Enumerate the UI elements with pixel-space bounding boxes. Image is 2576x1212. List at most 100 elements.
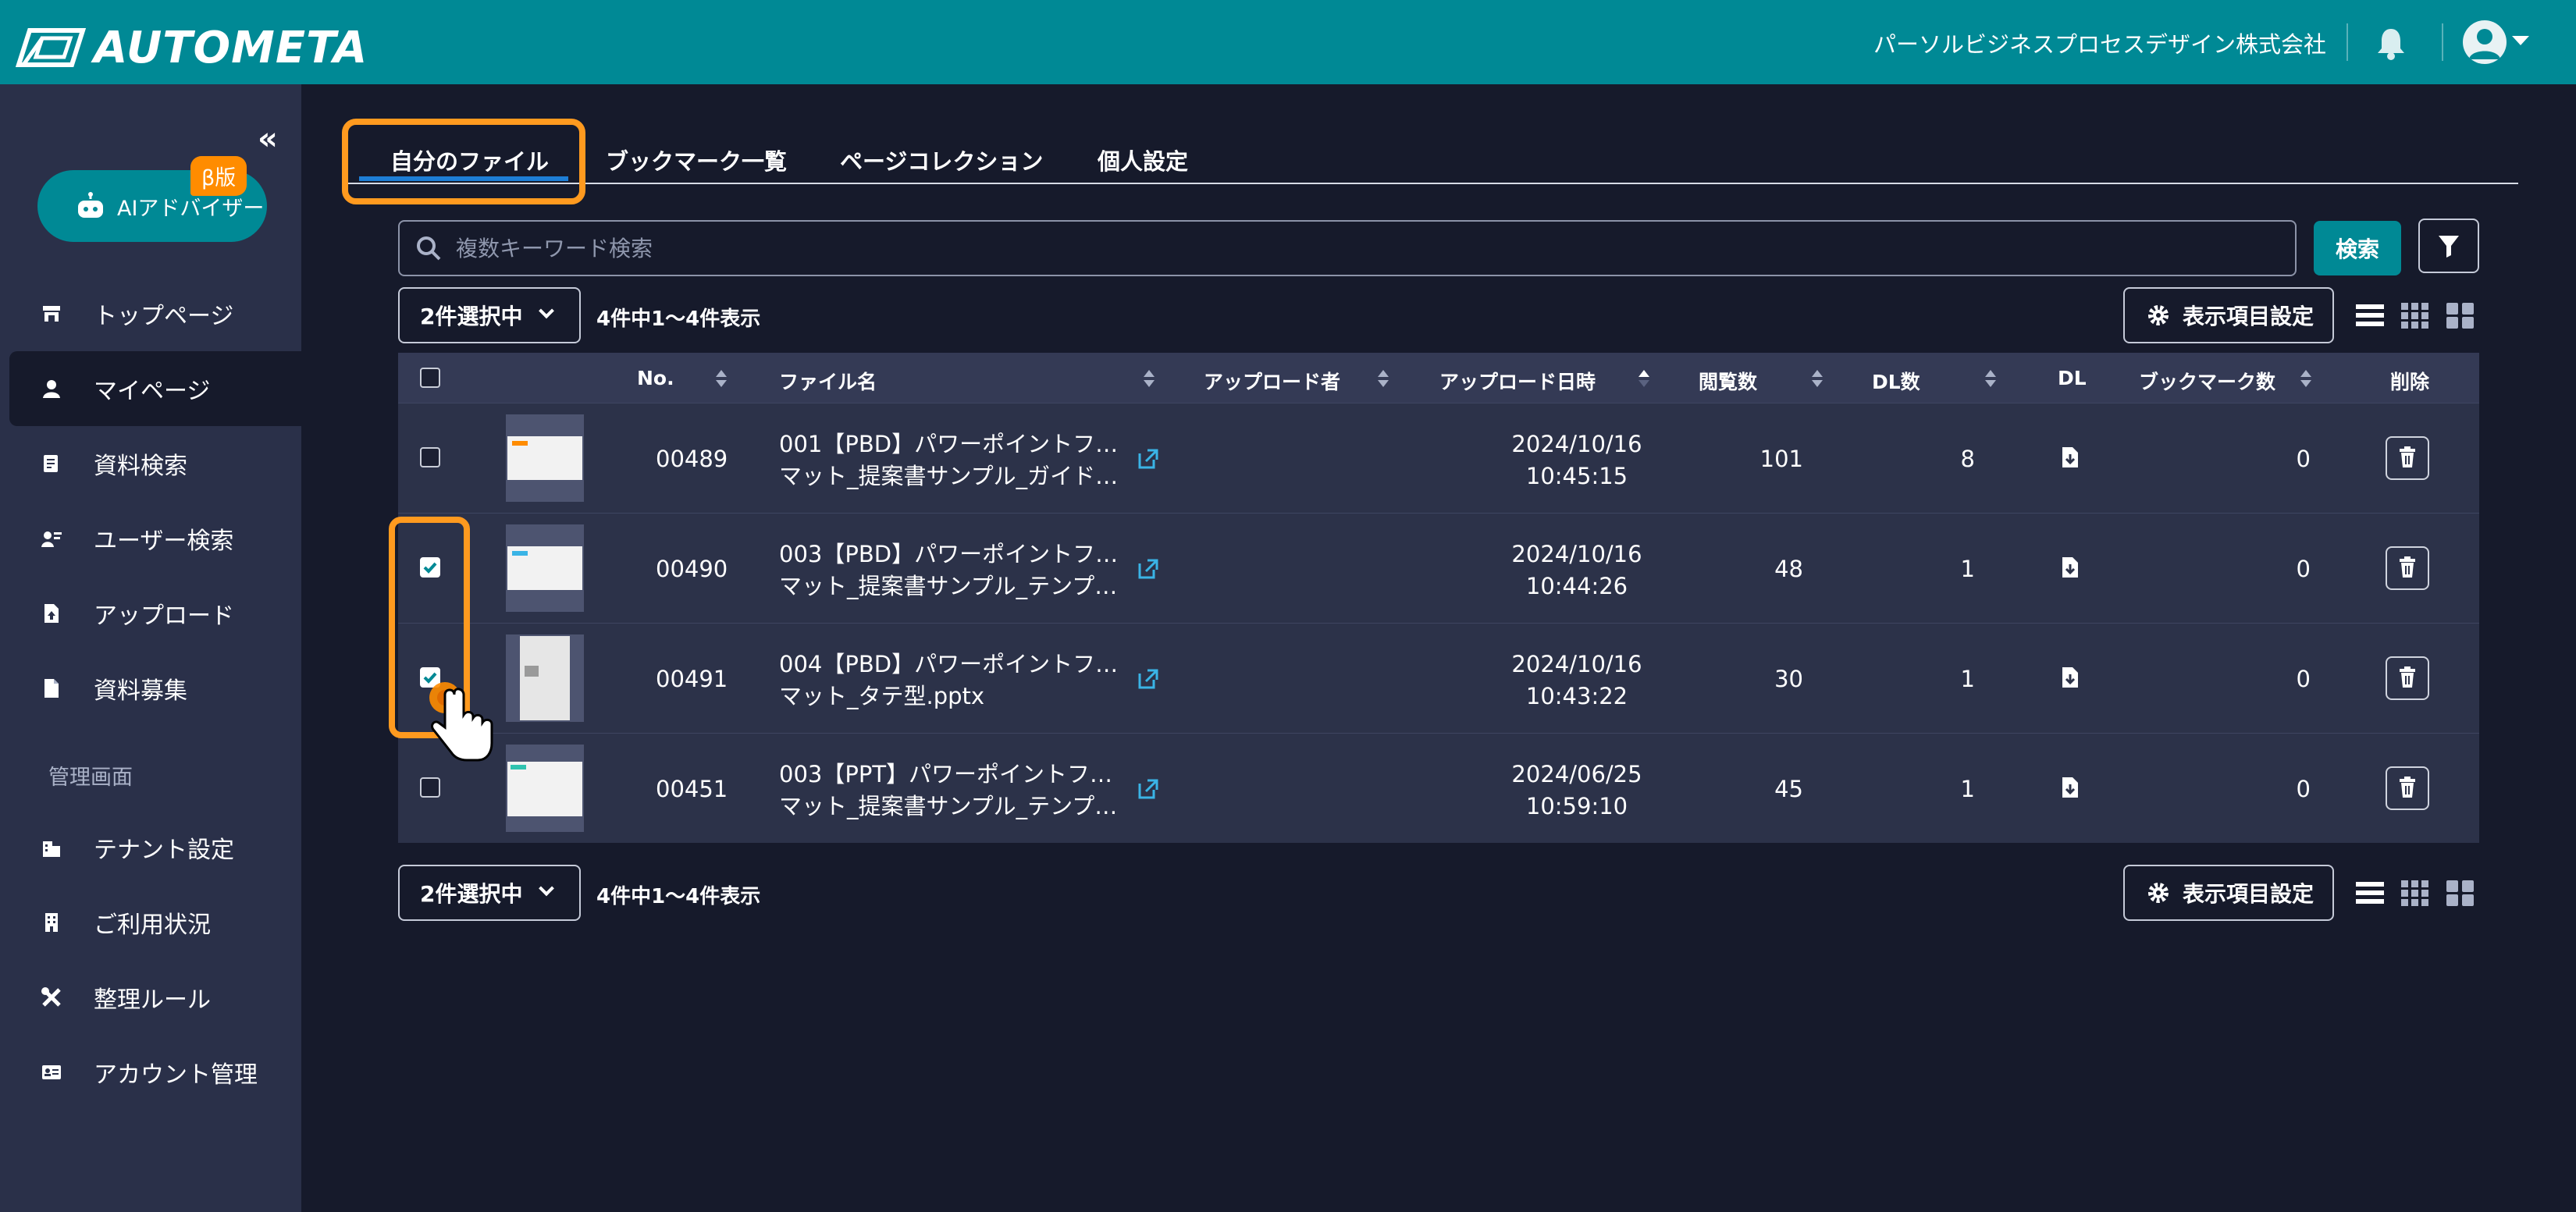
sidebar-item-my-page[interactable]: マイページ — [9, 351, 301, 426]
column-header-delete: 削除 — [2390, 371, 2430, 393]
download-count: 1 — [1960, 666, 1975, 692]
sidebar-item-tenant-settings[interactable]: テナント設定 — [9, 810, 301, 885]
selection-label: 2件選択中 — [420, 881, 523, 907]
selection-label: 2件選択中 — [420, 304, 523, 329]
sort-desc-icon[interactable] — [1638, 370, 1650, 387]
sort-icon[interactable] — [715, 370, 728, 387]
grid-small-view-icon[interactable] — [2401, 879, 2429, 907]
user-avatar[interactable] — [2463, 20, 2507, 64]
sort-icon[interactable] — [1811, 370, 1823, 387]
file-name-line: マット_提案書サンプル_テンプレ… — [779, 573, 1123, 599]
upload-datetime: 2024/10/16 10:44:26 — [1475, 538, 1678, 602]
file-name-link[interactable]: 003【PBD】パワーポイントフォー マット_提案書サンプル_テンプレ… — [779, 538, 1123, 602]
sidebar-item-account-management[interactable]: アカウント管理 — [9, 1035, 301, 1110]
file-name-link[interactable]: 001【PBD】パワーポイントフォー マット_提案書サンプル_ガイドラ… — [779, 428, 1123, 492]
download-file-icon[interactable] — [2061, 666, 2080, 689]
bell-icon[interactable] — [2373, 25, 2409, 61]
sidebar-item-upload[interactable]: アップロード — [9, 576, 301, 651]
list-view-icon[interactable] — [2356, 879, 2384, 907]
file-name-line: 003【PPT】パワーポイントフォー — [779, 761, 1123, 787]
selection-dropdown[interactable]: 2件選択中 — [398, 287, 581, 343]
view-count: 48 — [1774, 556, 1803, 582]
download-file-icon[interactable] — [2061, 446, 2080, 469]
column-settings-button-bottom[interactable]: 表示項目設定 — [2123, 865, 2334, 921]
upload-time: 10:44:26 — [1525, 573, 1628, 599]
tab-bookmarks[interactable]: ブックマーク一覧 — [606, 144, 787, 176]
sidebar-item-organize-rules[interactable]: 整理ルール — [9, 960, 301, 1035]
file-thumbnail[interactable] — [506, 414, 584, 502]
view-mode-switcher — [2356, 301, 2475, 329]
sidebar-item-document-request[interactable]: 資料募集 — [9, 651, 301, 726]
tab-personal-settings[interactable]: 個人設定 — [1098, 144, 1188, 176]
result-count: 4件中1～4件表示 — [596, 307, 761, 331]
sidebar-item-user-search[interactable]: ユーザー検索 — [9, 501, 301, 576]
grid-small-view-icon[interactable] — [2401, 301, 2429, 329]
view-count: 101 — [1759, 446, 1803, 472]
external-link-icon[interactable] — [1137, 667, 1160, 691]
column-header-uploader[interactable]: アップロード者 — [1204, 367, 1340, 395]
logo[interactable]: AUTOMETA — [16, 20, 368, 75]
row-checkbox[interactable] — [420, 777, 440, 798]
column-settings-button[interactable]: 表示項目設定 — [2123, 287, 2334, 343]
trash-icon — [2400, 446, 2415, 467]
robot-icon — [78, 192, 103, 218]
external-link-icon[interactable] — [1137, 557, 1160, 581]
bookmark-count: 0 — [2296, 666, 2311, 692]
delete-button[interactable] — [2386, 546, 2429, 590]
filter-button[interactable] — [2418, 219, 2479, 273]
table-row: 00451 003【PPT】パワーポイントフォー マット_提案書サンプル_テンプレ… — [398, 733, 2479, 843]
sidebar-item-document-search[interactable]: 資料検索 — [9, 426, 301, 501]
search-button[interactable]: 検索 — [2314, 221, 2401, 275]
selection-dropdown-bottom[interactable]: 2件選択中 — [398, 865, 581, 921]
sort-icon[interactable] — [1143, 370, 1155, 387]
file-name-link[interactable]: 003【PPT】パワーポイントフォー マット_提案書サンプル_テンプレ… — [779, 759, 1123, 823]
grid-large-view-icon[interactable] — [2446, 301, 2475, 329]
row-checkbox[interactable] — [420, 447, 440, 467]
download-count: 8 — [1960, 446, 1975, 472]
ai-advisor-label: AIアドバイザー — [117, 196, 265, 221]
column-header-no[interactable]: No. — [637, 367, 674, 389]
trash-icon — [2400, 666, 2415, 688]
column-header-upload-date[interactable]: アップロード日時 — [1439, 367, 1596, 395]
sidebar-item-label: 整理ルール — [94, 986, 211, 1014]
table-row: 00489 001【PBD】パワーポイントフォー マット_提案書サンプル_ガイドラ… — [398, 403, 2479, 513]
external-link-icon[interactable] — [1137, 447, 1160, 471]
file-thumbnail[interactable] — [506, 524, 584, 612]
download-file-icon[interactable] — [2061, 556, 2080, 579]
sidebar-item-label: アップロード — [94, 602, 234, 630]
external-link-icon[interactable] — [1137, 777, 1160, 801]
select-all-checkbox[interactable] — [420, 368, 440, 388]
building-icon — [45, 913, 58, 932]
file-thumbnail[interactable] — [506, 634, 584, 722]
column-header-bookmarks[interactable]: ブックマーク数 — [2139, 367, 2275, 395]
grid-large-view-icon[interactable] — [2446, 879, 2475, 907]
delete-button[interactable] — [2386, 436, 2429, 480]
user-search-icon — [41, 531, 62, 547]
delete-button[interactable] — [2386, 766, 2429, 810]
chevron-down-icon[interactable] — [2512, 36, 2529, 45]
sidebar-item-usage-status[interactable]: ご利用状況 — [9, 885, 301, 960]
file-thumbnail[interactable] — [506, 745, 584, 832]
download-file-icon[interactable] — [2061, 776, 2080, 799]
sort-icon[interactable] — [2300, 370, 2312, 387]
upload-date: 2024/10/16 — [1511, 651, 1642, 677]
sort-icon[interactable] — [1377, 370, 1389, 387]
column-header-dl-count[interactable]: DL数 — [1872, 367, 1920, 395]
search-input[interactable] — [456, 235, 2251, 261]
collapse-sidebar-icon[interactable]: « — [258, 123, 278, 155]
column-header-filename[interactable]: ファイル名 — [779, 367, 877, 395]
upload-datetime: 2024/06/25 10:59:10 — [1475, 759, 1678, 823]
sort-icon[interactable] — [1984, 370, 1997, 387]
list-view-icon[interactable] — [2356, 301, 2384, 329]
delete-button[interactable] — [2386, 656, 2429, 700]
download-count: 1 — [1960, 556, 1975, 582]
file-name-link[interactable]: 004【PBD】パワーポイントフォー マット_タテ型.pptx — [779, 649, 1123, 713]
upload-date: 2024/10/16 — [1511, 541, 1642, 567]
bookmark-count: 0 — [2296, 446, 2311, 472]
document-search-icon — [44, 455, 58, 472]
tab-page-collection[interactable]: ページコレクション — [840, 144, 1043, 176]
sidebar-item-top-page[interactable]: トップページ — [9, 276, 301, 351]
view-count: 30 — [1774, 666, 1803, 692]
column-header-views[interactable]: 閲覧数 — [1699, 367, 1757, 395]
upload-date: 2024/06/25 — [1511, 761, 1642, 787]
